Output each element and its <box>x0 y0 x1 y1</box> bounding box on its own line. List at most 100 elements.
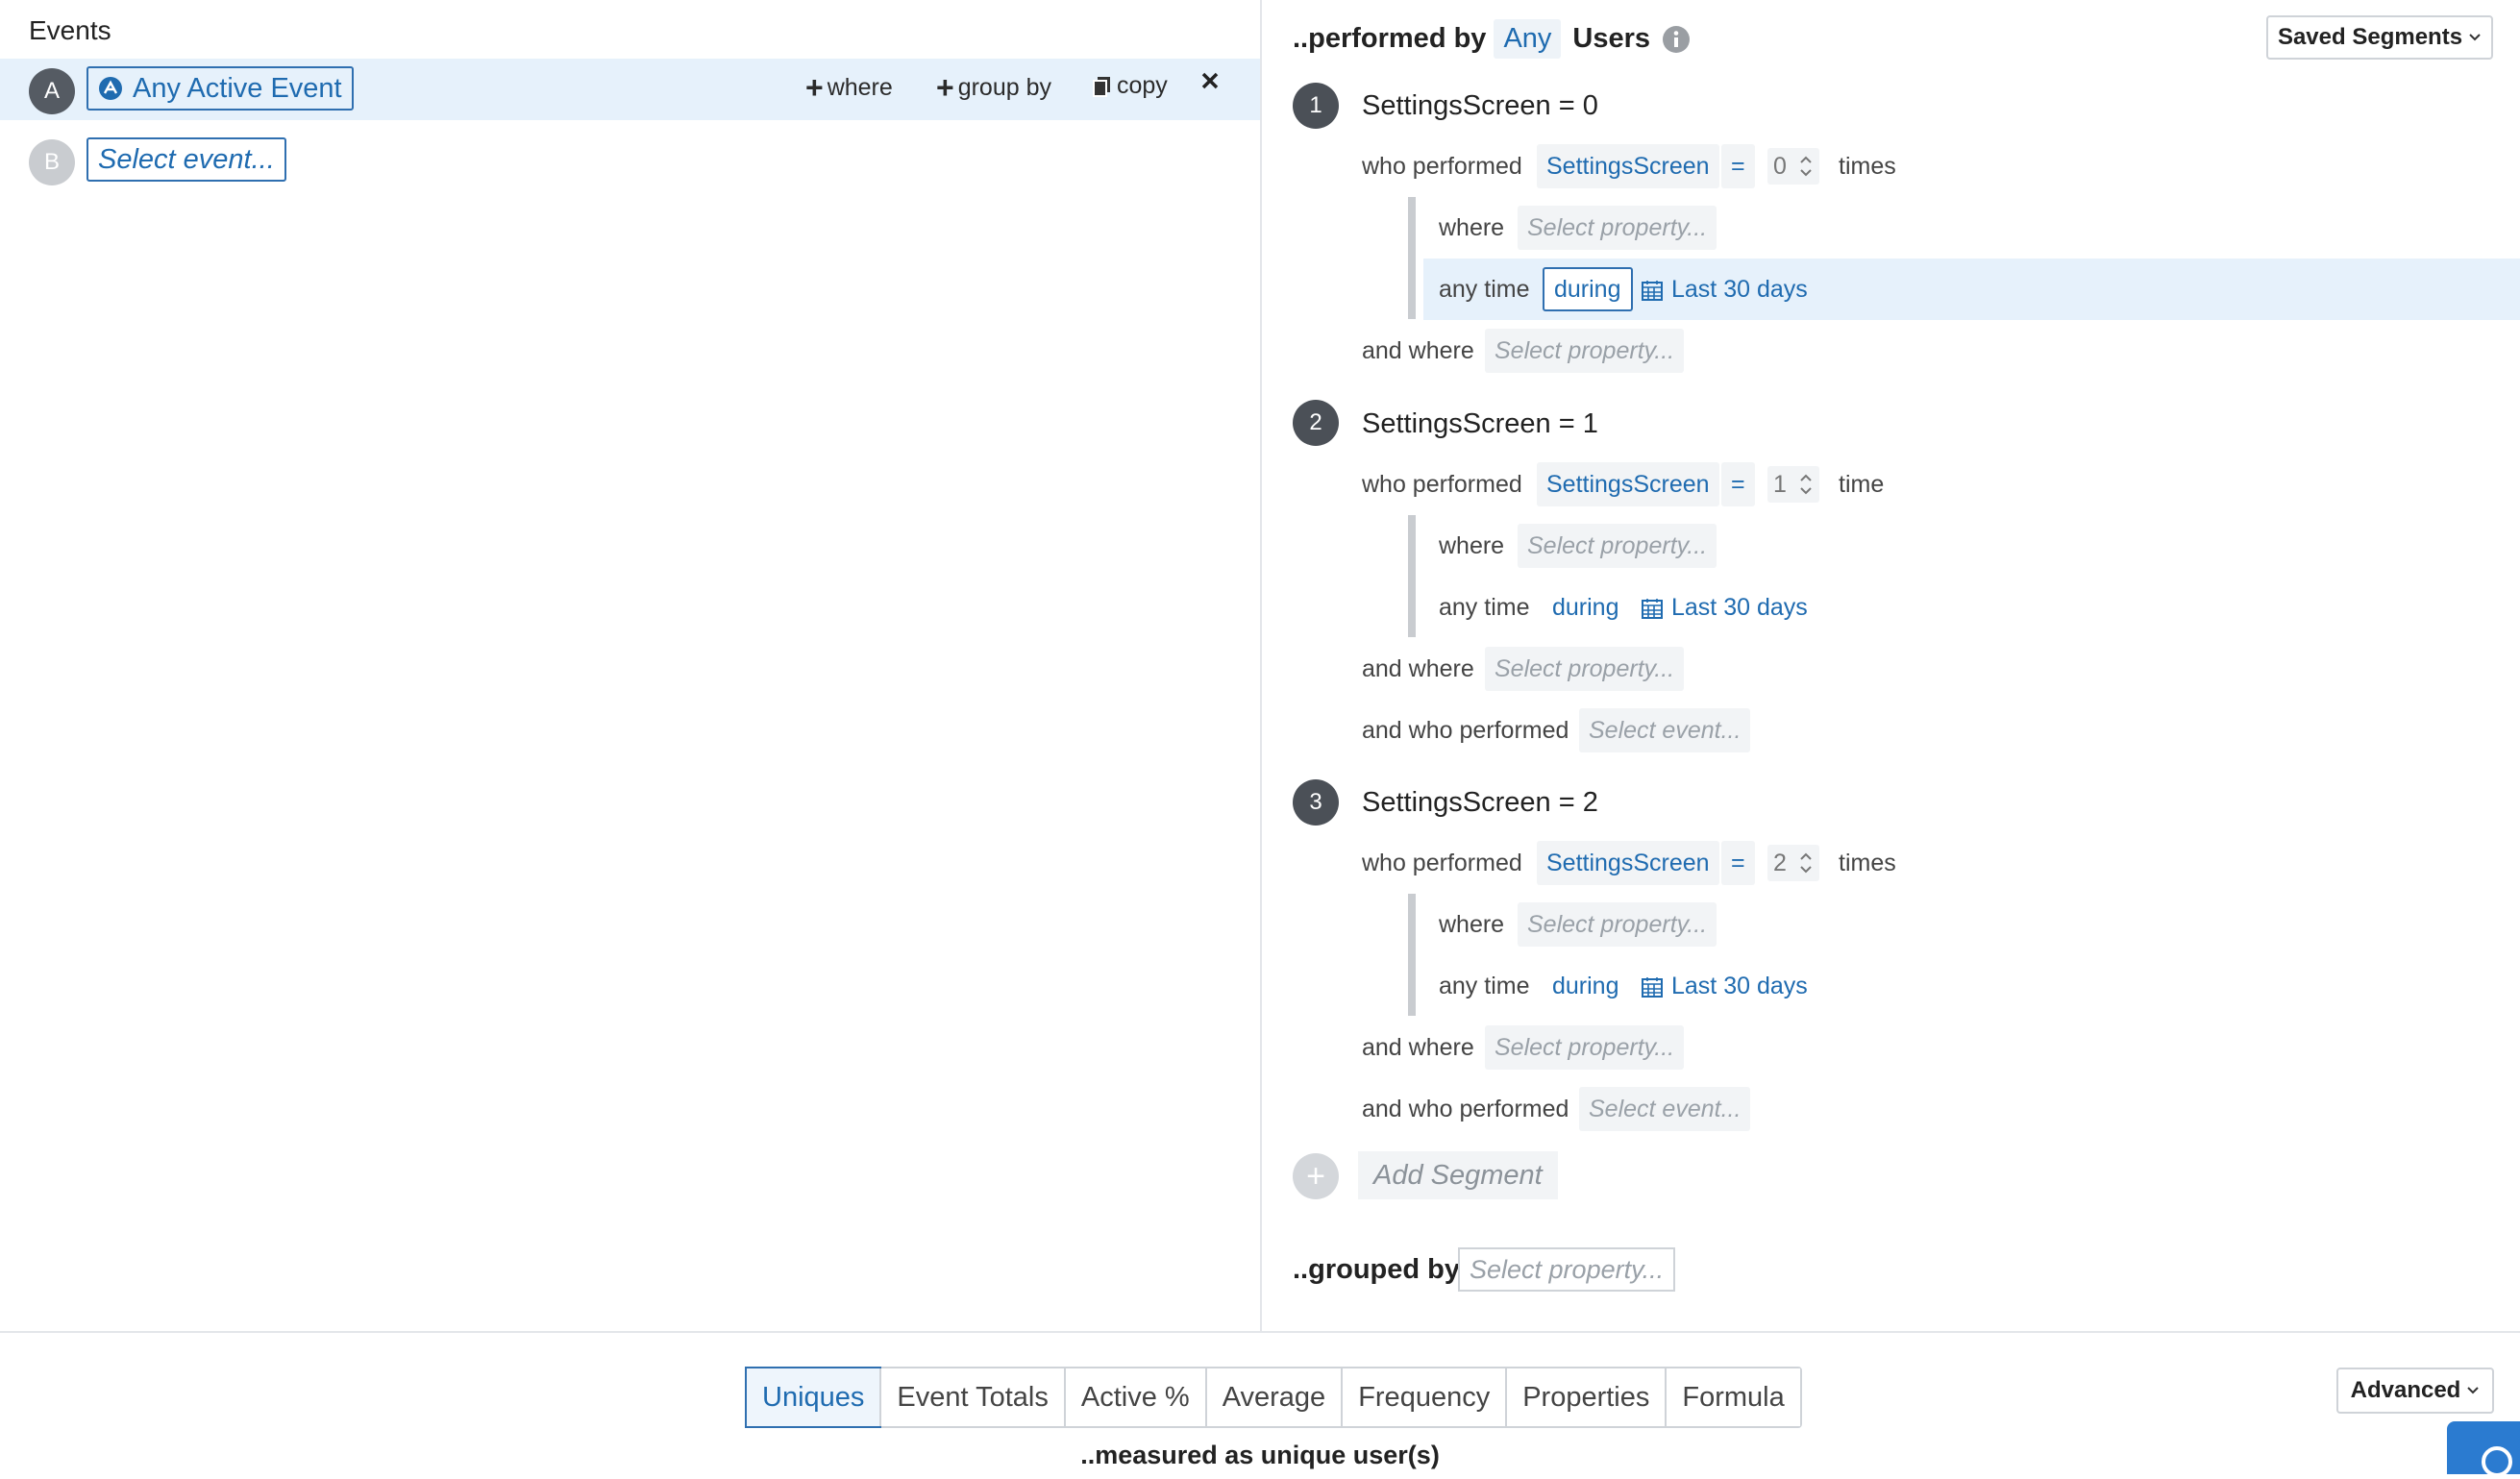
date-range-selector[interactable]: Last 30 days <box>1641 594 1808 622</box>
segment-number-badge: 2 <box>1293 400 1339 446</box>
where-property-select[interactable]: Select property... <box>1518 524 1717 568</box>
group-by-label: group by <box>957 73 1051 101</box>
event-row-b[interactable]: B Select event... <box>0 130 1260 191</box>
operator-chip[interactable]: = <box>1721 841 1755 885</box>
during-selector[interactable]: during <box>1543 267 1633 311</box>
and-who-performed-label: and who performed <box>1362 717 1569 744</box>
any-event-icon <box>99 77 122 100</box>
add-where-button[interactable]: + where <box>805 72 893 103</box>
plus-icon: + <box>936 70 954 105</box>
event-label-a: Any Active Event <box>133 72 342 104</box>
add-segment-button[interactable]: Add Segment <box>1358 1151 1558 1199</box>
and-where-label: and where <box>1362 337 1474 364</box>
remove-event-button[interactable] <box>1199 70 1224 91</box>
operator-chip[interactable]: = <box>1721 462 1755 506</box>
event-chip[interactable]: SettingsScreen <box>1537 841 1719 885</box>
info-icon[interactable] <box>1662 25 1691 54</box>
where-label: where <box>1439 214 1505 241</box>
date-range-label: Last 30 days <box>1671 594 1808 621</box>
calendar-icon <box>1642 598 1663 619</box>
and-where-property-select[interactable]: Select property... <box>1485 329 1685 373</box>
chevron-down-icon <box>2467 1387 2480 1394</box>
segment-title[interactable]: SettingsScreen = 2 <box>1362 787 1598 819</box>
and-where-label: and where <box>1362 1034 1474 1061</box>
date-range-label: Last 30 days <box>1671 276 1808 303</box>
help-icon <box>2482 1446 2512 1477</box>
performed-by-header: ..performed by Any Users <box>1293 19 1691 59</box>
and-who-event-select[interactable]: Select event... <box>1579 708 1751 752</box>
calendar-icon <box>1642 976 1663 998</box>
any-time-label: any time <box>1439 594 1530 621</box>
event-selector-a[interactable]: Any Active Event <box>86 66 354 111</box>
tab-frequency[interactable]: Frequency <box>1341 1368 1506 1426</box>
copy-label: copy <box>1117 72 1168 99</box>
and-where-property-select[interactable]: Select property... <box>1485 1025 1685 1070</box>
count-value: 2 <box>1773 849 1787 876</box>
tab-active-percent[interactable]: Active % <box>1063 1368 1205 1426</box>
tab-properties[interactable]: Properties <box>1505 1368 1666 1426</box>
segment-number-badge: 1 <box>1293 83 1339 129</box>
stepper-arrows-icon[interactable] <box>1798 850 1814 876</box>
event-chip[interactable]: SettingsScreen <box>1537 462 1719 506</box>
date-range-selector[interactable]: Last 30 days <box>1641 973 1808 1000</box>
event-letter-a: A <box>29 68 75 114</box>
help-widget-button[interactable] <box>2447 1421 2520 1477</box>
segments-panel: ..performed by Any Users Saved Segments … <box>1262 0 2520 1331</box>
during-selector[interactable]: during <box>1543 964 1629 1008</box>
date-range-label: Last 30 days <box>1671 973 1808 999</box>
events-title: Events <box>29 15 111 45</box>
performed-by-label: ..performed by <box>1293 23 1487 54</box>
segment-title[interactable]: SettingsScreen = 1 <box>1362 408 1598 440</box>
and-where-label: and where <box>1362 655 1474 682</box>
advanced-button[interactable]: Advanced <box>2336 1368 2494 1414</box>
during-selector[interactable]: during <box>1543 585 1629 629</box>
filter-bar <box>1408 197 1416 319</box>
where-label: where <box>827 73 893 101</box>
chevron-down-icon <box>2469 34 2481 41</box>
segment-number-badge: 3 <box>1293 779 1339 826</box>
event-letter-b: B <box>29 139 75 185</box>
count-value: 0 <box>1773 152 1787 180</box>
event-chip[interactable]: SettingsScreen <box>1537 144 1719 188</box>
where-property-select[interactable]: Select property... <box>1518 902 1717 947</box>
operator-chip[interactable]: = <box>1721 144 1755 188</box>
filter-bar <box>1408 894 1416 1016</box>
count-stepper[interactable]: 1 <box>1767 466 1819 503</box>
unit-label: times <box>1839 153 1896 180</box>
event-selector-b[interactable]: Select event... <box>86 137 286 182</box>
filter-bar <box>1408 515 1416 637</box>
copy-button[interactable]: copy <box>1092 72 1168 100</box>
measure-bar: Uniques Event Totals Active % Average Fr… <box>0 1331 2520 1477</box>
stepper-arrows-icon[interactable] <box>1798 153 1814 180</box>
copy-icon <box>1093 76 1110 97</box>
advanced-label: Advanced <box>2350 1377 2461 1403</box>
saved-segments-button[interactable]: Saved Segments <box>2266 15 2493 60</box>
and-who-event-select[interactable]: Select event... <box>1579 1087 1751 1131</box>
who-performed-label: who performed <box>1362 471 1522 498</box>
event-row-a[interactable]: A Any Active Event + where + group by co… <box>0 59 1260 120</box>
grouped-by-select[interactable]: Select property... <box>1458 1247 1675 1292</box>
count-stepper[interactable]: 0 <box>1767 148 1819 185</box>
who-performed-label: who performed <box>1362 153 1522 180</box>
unit-label: time <box>1839 471 1885 498</box>
tab-average[interactable]: Average <box>1204 1368 1342 1426</box>
any-time-label: any time <box>1439 276 1530 303</box>
where-property-select[interactable]: Select property... <box>1518 206 1717 250</box>
date-range-selector[interactable]: Last 30 days <box>1641 276 1808 304</box>
count-stepper[interactable]: 2 <box>1767 845 1819 881</box>
unit-label: times <box>1839 850 1896 876</box>
users-label: Users <box>1572 23 1651 54</box>
tab-event-totals[interactable]: Event Totals <box>879 1368 1064 1426</box>
stepper-arrows-icon[interactable] <box>1798 471 1814 498</box>
add-group-by-button[interactable]: + group by <box>936 72 1051 103</box>
and-who-performed-label: and who performed <box>1362 1096 1569 1122</box>
segment-title[interactable]: SettingsScreen = 0 <box>1362 90 1598 122</box>
tab-uniques[interactable]: Uniques <box>745 1367 882 1428</box>
grouped-by-label: ..grouped by <box>1293 1254 1460 1285</box>
tab-formula[interactable]: Formula <box>1665 1368 1800 1426</box>
any-users-selector[interactable]: Any <box>1494 19 1562 59</box>
count-value: 1 <box>1773 470 1787 498</box>
calendar-icon <box>1642 280 1663 301</box>
and-where-property-select[interactable]: Select property... <box>1485 647 1685 691</box>
add-segment-plus-icon[interactable]: + <box>1293 1153 1339 1199</box>
